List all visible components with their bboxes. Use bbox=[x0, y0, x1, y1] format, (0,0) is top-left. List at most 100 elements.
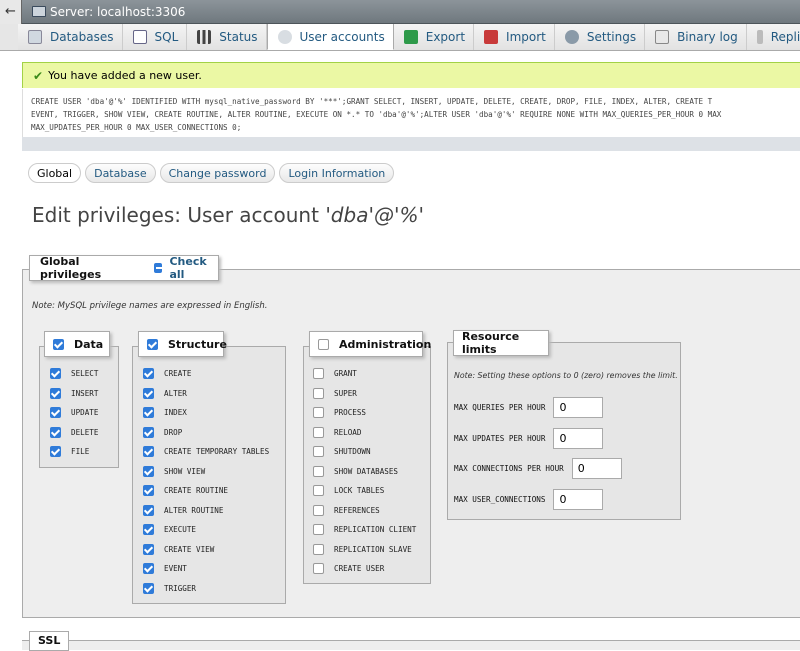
check-all-toggle[interactable]: Check all bbox=[153, 255, 218, 281]
privilege-process[interactable]: PROCESS bbox=[313, 407, 366, 418]
tab-export[interactable]: Export bbox=[393, 24, 475, 50]
max-user-connections-input[interactable] bbox=[553, 489, 604, 510]
max-connections-input[interactable] bbox=[571, 458, 622, 479]
server-title[interactable]: Server: localhost:3306 bbox=[50, 5, 185, 19]
tab-import[interactable]: Import bbox=[474, 24, 555, 50]
tab-settings[interactable]: Settings bbox=[554, 24, 646, 50]
privilege-checkbox[interactable] bbox=[143, 368, 154, 379]
sql-toolbar bbox=[22, 137, 800, 151]
privilege-super[interactable]: SUPER bbox=[313, 387, 357, 399]
privilege-checkbox[interactable] bbox=[143, 465, 154, 477]
privilege-replication-slave[interactable]: REPLICATION SLAVE bbox=[313, 543, 412, 555]
privilege-delete[interactable]: DELETE bbox=[50, 426, 98, 438]
administration-group-checkbox[interactable] bbox=[318, 338, 329, 350]
privilege-update[interactable]: UPDATE bbox=[50, 407, 98, 418]
privilege-replication-client[interactable]: REPLICATION CLIENT bbox=[313, 524, 416, 535]
privilege-checkbox[interactable] bbox=[313, 524, 324, 535]
privilege-lock-tables[interactable]: LOCK TABLES bbox=[313, 485, 384, 496]
privilege-checkbox[interactable] bbox=[313, 368, 324, 379]
privilege-show-view[interactable]: SHOW VIEW bbox=[143, 465, 205, 477]
tab-user-accounts[interactable]: User accounts bbox=[266, 24, 394, 50]
privilege-checkbox[interactable] bbox=[50, 446, 61, 457]
check-all-checkbox-icon[interactable] bbox=[153, 263, 163, 273]
subtab-global[interactable]: Global bbox=[28, 163, 82, 183]
privilege-create[interactable]: CREATE bbox=[143, 368, 191, 379]
privilege-references[interactable]: REFERENCES bbox=[313, 504, 380, 516]
privilege-label: REPLICATION CLIENT bbox=[334, 525, 417, 534]
privilege-checkbox[interactable] bbox=[143, 582, 154, 594]
privilege-label: INDEX bbox=[164, 408, 187, 417]
privilege-checkbox[interactable] bbox=[143, 485, 154, 496]
privilege-alter[interactable]: ALTER bbox=[143, 387, 187, 399]
privilege-trigger[interactable]: TRIGGER bbox=[143, 582, 196, 594]
administration-legend[interactable]: Administration bbox=[309, 331, 431, 357]
privilege-alter-routine[interactable]: ALTER ROUTINE bbox=[143, 504, 223, 516]
resource-label: MAX CONNECTIONS PER HOUR bbox=[454, 464, 564, 473]
subtab-change-password[interactable]: Change password bbox=[159, 163, 276, 183]
privilege-checkbox[interactable] bbox=[50, 407, 61, 418]
check-all-label[interactable]: Check all bbox=[169, 255, 218, 281]
max-updates-input[interactable] bbox=[553, 428, 604, 449]
privilege-label: EXECUTE bbox=[164, 525, 197, 534]
privilege-checkbox[interactable] bbox=[313, 504, 324, 516]
resource-note: Note: Setting these options to 0 (zero) … bbox=[454, 371, 678, 380]
structure-legend[interactable]: Structure bbox=[138, 331, 227, 357]
privilege-label: LOCK TABLES bbox=[334, 486, 385, 495]
privilege-create-routine[interactable]: CREATE ROUTINE bbox=[143, 485, 228, 496]
privilege-checkbox[interactable] bbox=[143, 446, 154, 457]
privilege-execute[interactable]: EXECUTE bbox=[143, 524, 196, 535]
status-icon bbox=[197, 30, 212, 44]
privilege-checkbox[interactable] bbox=[143, 426, 154, 438]
resource-label: MAX UPDATES PER HOUR bbox=[454, 434, 546, 443]
privilege-show-databases[interactable]: SHOW DATABASES bbox=[313, 465, 398, 477]
privilege-create-temporary-tables[interactable]: CREATE TEMPORARY TABLES bbox=[143, 446, 269, 457]
privilege-checkbox[interactable] bbox=[313, 543, 324, 555]
server-bar: ← Server: localhost:3306 bbox=[0, 0, 800, 24]
privilege-checkbox[interactable] bbox=[50, 368, 61, 379]
data-group-checkbox[interactable] bbox=[53, 338, 64, 350]
privilege-label: ALTER bbox=[164, 388, 187, 398]
privilege-reload[interactable]: RELOAD bbox=[313, 426, 361, 438]
privilege-checkbox[interactable] bbox=[143, 387, 154, 399]
privilege-checkbox[interactable] bbox=[313, 407, 324, 418]
privilege-checkbox[interactable] bbox=[313, 465, 324, 477]
max-queries-input[interactable] bbox=[553, 397, 604, 418]
privilege-label: SELECT bbox=[71, 369, 99, 378]
subtab-login-information[interactable]: Login Information bbox=[279, 163, 395, 183]
tab-status[interactable]: Status bbox=[187, 24, 267, 50]
privilege-select[interactable]: SELECT bbox=[50, 368, 98, 379]
privilege-insert[interactable]: INSERT bbox=[50, 387, 98, 399]
structure-group-checkbox[interactable] bbox=[147, 338, 158, 350]
privilege-checkbox[interactable] bbox=[143, 563, 154, 574]
privilege-create-view[interactable]: CREATE VIEW bbox=[143, 543, 214, 555]
privilege-checkbox[interactable] bbox=[50, 387, 61, 399]
privilege-checkbox[interactable] bbox=[313, 485, 324, 496]
privilege-drop[interactable]: DROP bbox=[143, 426, 182, 438]
privilege-checkbox[interactable] bbox=[50, 426, 61, 438]
resource-limits-label: Resource limits bbox=[462, 330, 520, 356]
privilege-checkbox[interactable] bbox=[143, 524, 154, 535]
database-icon bbox=[28, 30, 42, 44]
privilege-checkbox[interactable] bbox=[313, 426, 324, 438]
back-arrow-icon[interactable]: ← bbox=[0, 0, 22, 24]
check-icon: ✔ bbox=[33, 68, 44, 83]
data-legend[interactable]: Data bbox=[44, 331, 110, 357]
tab-replication[interactable]: Replication bbox=[746, 24, 800, 50]
privilege-checkbox[interactable] bbox=[143, 504, 154, 516]
privilege-checkbox[interactable] bbox=[143, 407, 154, 418]
tab-databases[interactable]: Databases bbox=[18, 24, 123, 50]
privilege-label: CREATE ROUTINE bbox=[164, 486, 229, 495]
tab-sql[interactable]: SQL bbox=[122, 24, 188, 50]
privilege-create-user[interactable]: CREATE USER bbox=[313, 563, 384, 574]
privilege-index[interactable]: INDEX bbox=[143, 407, 187, 418]
privilege-shutdown[interactable]: SHUTDOWN bbox=[313, 446, 371, 457]
privilege-checkbox[interactable] bbox=[143, 543, 154, 555]
privilege-checkbox[interactable] bbox=[313, 446, 324, 457]
privilege-checkbox[interactable] bbox=[313, 563, 324, 574]
privilege-file[interactable]: FILE bbox=[50, 446, 89, 457]
privilege-event[interactable]: EVENT bbox=[143, 563, 187, 574]
privilege-grant[interactable]: GRANT bbox=[313, 368, 357, 379]
tab-binary-log[interactable]: Binary log bbox=[645, 24, 747, 50]
privilege-checkbox[interactable] bbox=[313, 387, 324, 399]
subtab-database[interactable]: Database bbox=[85, 163, 156, 183]
